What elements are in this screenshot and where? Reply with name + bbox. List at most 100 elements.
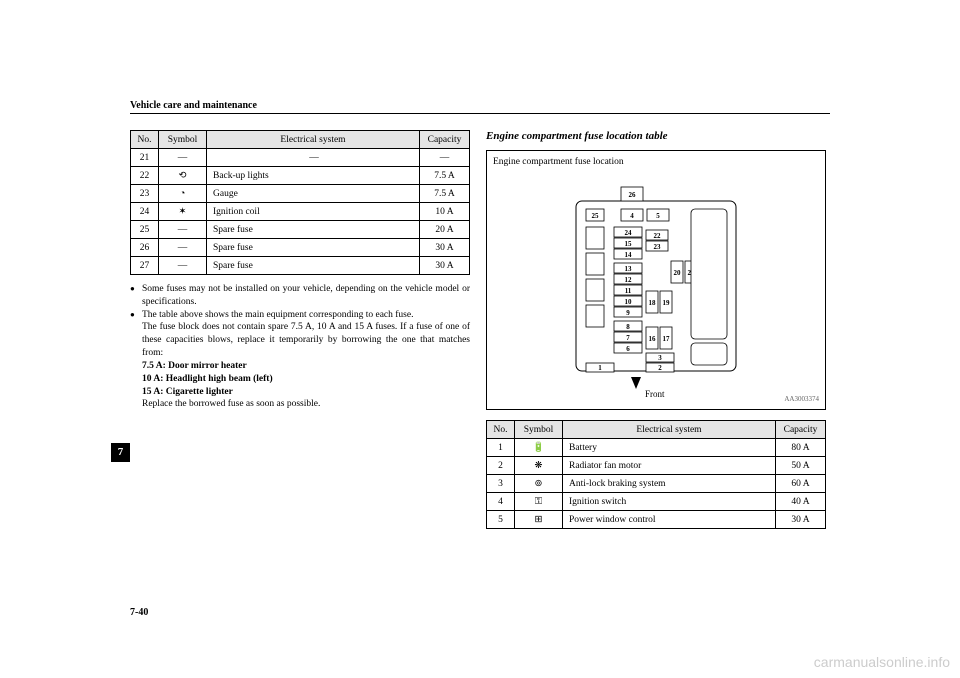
cell-system: Spare fuse <box>207 221 420 239</box>
svg-text:15: 15 <box>625 240 633 248</box>
svg-text:14: 14 <box>625 251 633 259</box>
section-header: Vehicle care and maintenance <box>130 100 257 111</box>
svg-text:20: 20 <box>674 269 682 277</box>
cell-no: 26 <box>131 239 159 257</box>
cell-symbol: ⟲ <box>159 167 207 185</box>
cell-system: Spare fuse <box>207 239 420 257</box>
cell-no: 23 <box>131 185 159 203</box>
cell-symbol: — <box>159 257 207 275</box>
svg-text:24: 24 <box>625 229 633 237</box>
svg-text:9: 9 <box>626 309 630 317</box>
fuse-diagram-box: Engine compartment fuse location 26 25 4… <box>486 150 826 410</box>
cell-system: — <box>207 149 420 167</box>
cell-system: Back-up lights <box>207 167 420 185</box>
cell-capacity: 10 A <box>420 203 470 221</box>
table-row: 4⚿Ignition switch40 A <box>487 493 826 511</box>
page-content: No. Symbol Electrical system Capacity 21… <box>130 130 830 529</box>
col-system: Electrical system <box>207 131 420 149</box>
table-row: 26—Spare fuse30 A <box>131 239 470 257</box>
cell-capacity: 30 A <box>776 511 826 529</box>
cell-no: 5 <box>487 511 515 529</box>
cell-system: Battery <box>563 439 776 457</box>
cell-symbol: ⊞ <box>515 511 563 529</box>
note-bullet-1: Some fuses may not be installed on your … <box>130 283 470 309</box>
table-row: 27—Spare fuse30 A <box>131 257 470 275</box>
table-row: 25—Spare fuse20 A <box>131 221 470 239</box>
table-row: 3⊚Anti-lock braking system60 A <box>487 475 826 493</box>
cell-capacity: 20 A <box>420 221 470 239</box>
cell-capacity: — <box>420 149 470 167</box>
svg-text:11: 11 <box>625 287 632 295</box>
right-section-title: Engine compartment fuse location table <box>486 130 826 142</box>
note-l3: 15 A: Cigarette lighter <box>130 386 470 399</box>
col-no: No. <box>131 131 159 149</box>
cell-no: 24 <box>131 203 159 221</box>
svg-text:2: 2 <box>658 364 662 372</box>
table-header-row: No. Symbol Electrical system Capacity <box>487 421 826 439</box>
fuse-location-diagram: 26 25 4 5 24 15 14 13 12 11 10 9 8 <box>546 175 766 395</box>
svg-text:12: 12 <box>625 276 633 284</box>
cell-symbol: ⊚ <box>515 475 563 493</box>
cell-symbol: 🔋 <box>515 439 563 457</box>
svg-text:5: 5 <box>656 212 660 220</box>
cell-symbol: — <box>159 149 207 167</box>
note-p1: The fuse block does not contain spare 7.… <box>130 321 470 359</box>
svg-text:4: 4 <box>630 212 634 220</box>
cell-capacity: 7.5 A <box>420 167 470 185</box>
cell-capacity: 30 A <box>420 239 470 257</box>
note-p2: Replace the borrowed fuse as soon as pos… <box>130 398 470 411</box>
svg-text:6: 6 <box>626 345 630 353</box>
col-capacity: Capacity <box>420 131 470 149</box>
table-row: 21——— <box>131 149 470 167</box>
fuse-table-left: No. Symbol Electrical system Capacity 21… <box>130 130 470 275</box>
col-capacity: Capacity <box>776 421 826 439</box>
col-no: No. <box>487 421 515 439</box>
svg-text:19: 19 <box>663 299 671 307</box>
svg-text:26: 26 <box>629 191 637 199</box>
cell-no: 4 <box>487 493 515 511</box>
left-column: No. Symbol Electrical system Capacity 21… <box>130 130 470 529</box>
note-l1: 7.5 A: Door mirror heater <box>130 360 470 373</box>
svg-text:1: 1 <box>598 364 602 372</box>
cell-symbol: ✶ <box>159 203 207 221</box>
fuse-table-right: No. Symbol Electrical system Capacity 1🔋… <box>486 420 826 529</box>
svg-text:22: 22 <box>654 232 662 240</box>
table-row: 2❋Radiator fan motor50 A <box>487 457 826 475</box>
table-row: 23◔Gauge7.5 A <box>131 185 470 203</box>
cell-no: 22 <box>131 167 159 185</box>
table-row: 22⟲Back-up lights7.5 A <box>131 167 470 185</box>
table-header-row: No. Symbol Electrical system Capacity <box>131 131 470 149</box>
cell-symbol: — <box>159 221 207 239</box>
svg-text:16: 16 <box>649 335 657 343</box>
svg-text:10: 10 <box>625 298 633 306</box>
cell-capacity: 50 A <box>776 457 826 475</box>
table-row: 24✶Ignition coil10 A <box>131 203 470 221</box>
cell-no: 3 <box>487 475 515 493</box>
svg-text:3: 3 <box>658 354 662 362</box>
cell-no: 21 <box>131 149 159 167</box>
svg-text:13: 13 <box>625 265 633 273</box>
col-symbol: Symbol <box>159 131 207 149</box>
cell-system: Ignition switch <box>563 493 776 511</box>
front-label: Front <box>645 389 665 399</box>
col-system: Electrical system <box>563 421 776 439</box>
notes-block: Some fuses may not be installed on your … <box>130 283 470 411</box>
right-column: Engine compartment fuse location table E… <box>486 130 826 529</box>
header-rule <box>130 113 830 114</box>
cell-system: Ignition coil <box>207 203 420 221</box>
cell-capacity: 40 A <box>776 493 826 511</box>
col-symbol: Symbol <box>515 421 563 439</box>
svg-text:8: 8 <box>626 323 630 331</box>
cell-no: 2 <box>487 457 515 475</box>
note-l2: 10 A: Headlight high beam (left) <box>130 373 470 386</box>
watermark: carmanualsonline.info <box>814 654 950 670</box>
cell-no: 27 <box>131 257 159 275</box>
cell-capacity: 30 A <box>420 257 470 275</box>
svg-text:25: 25 <box>592 212 600 220</box>
cell-symbol: ⚿ <box>515 493 563 511</box>
cell-no: 25 <box>131 221 159 239</box>
svg-text:18: 18 <box>649 299 657 307</box>
svg-text:17: 17 <box>663 335 671 343</box>
cell-capacity: 60 A <box>776 475 826 493</box>
table-row: 5⊞Power window control30 A <box>487 511 826 529</box>
